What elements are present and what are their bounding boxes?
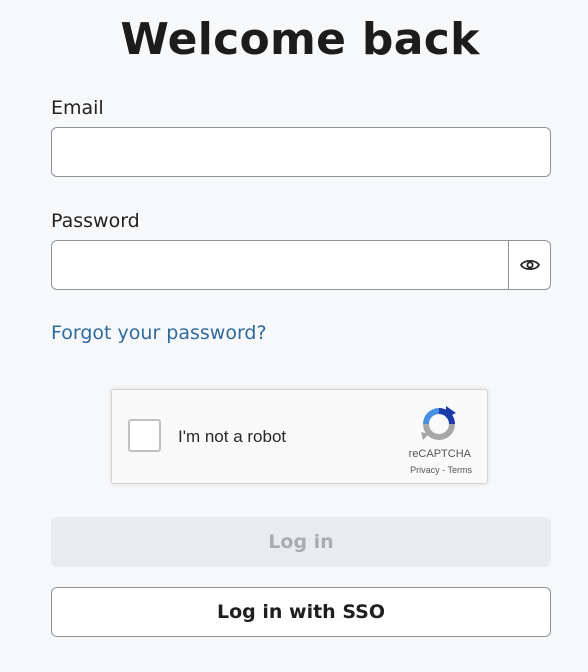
email-label: Email (51, 97, 104, 119)
forgot-password-link[interactable]: Forgot your password? (51, 322, 267, 344)
sso-login-button[interactable]: Log in with SSO (51, 587, 551, 637)
recaptcha-widget: I'm not a robot reCAPTCHA Privacy - Term… (111, 389, 488, 484)
login-button[interactable]: Log in (51, 517, 551, 567)
recaptcha-brand: reCAPTCHA (408, 448, 471, 460)
page-title: Welcome back (120, 14, 480, 65)
password-field[interactable] (52, 241, 508, 289)
recaptcha-label: I'm not a robot (178, 427, 287, 446)
email-field[interactable] (52, 128, 550, 176)
recaptcha-links: Privacy - Terms (410, 465, 472, 475)
recaptcha-logo-icon (421, 406, 456, 440)
recaptcha-privacy-link[interactable]: Privacy (410, 465, 440, 475)
recaptcha-terms-link[interactable]: Terms (448, 465, 473, 475)
recaptcha-links-separator: - (439, 465, 448, 475)
eye-icon (519, 259, 540, 271)
password-field-container (51, 240, 551, 290)
recaptcha-checkbox[interactable] (128, 419, 161, 452)
login-page: Welcome back Email Password Forgot your … (0, 0, 588, 672)
password-label: Password (51, 210, 140, 232)
email-field-container (51, 127, 551, 177)
toggle-password-visibility-button[interactable] (508, 241, 550, 289)
